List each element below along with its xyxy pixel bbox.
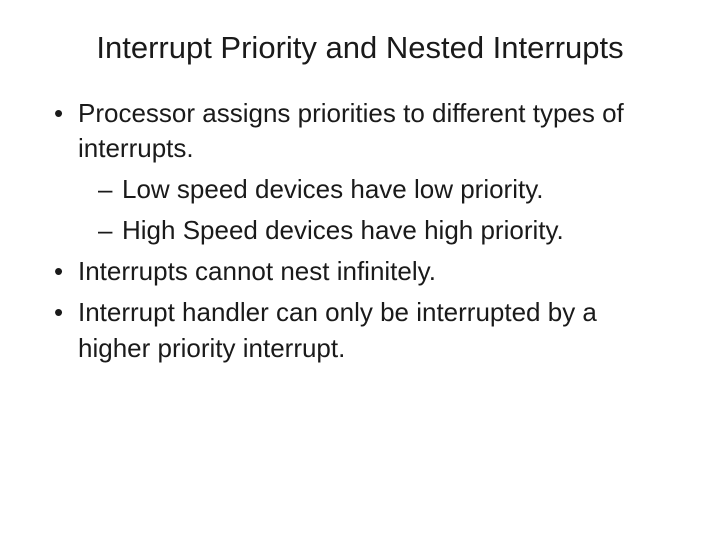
slide-title: Interrupt Priority and Nested Interrupts [50, 30, 670, 66]
bullet-text: Processor assigns priorities to differen… [78, 98, 624, 163]
bullet-text: Interrupt handler can only be interrupte… [78, 297, 597, 362]
bullet-text: High Speed devices have high priority. [122, 215, 564, 245]
sub-bullet-list: Low speed devices have low priority. Hig… [78, 172, 670, 248]
list-item: Interrupt handler can only be interrupte… [50, 295, 670, 365]
bullet-text: Low speed devices have low priority. [122, 174, 544, 204]
bullet-list: Processor assigns priorities to differen… [50, 96, 670, 366]
list-item: Interrupts cannot nest infinitely. [50, 254, 670, 289]
list-item: Processor assigns priorities to differen… [50, 96, 670, 248]
bullet-text: Interrupts cannot nest infinitely. [78, 256, 436, 286]
list-item: High Speed devices have high priority. [98, 213, 670, 248]
list-item: Low speed devices have low priority. [98, 172, 670, 207]
slide: Interrupt Priority and Nested Interrupts… [0, 0, 720, 540]
slide-content: Processor assigns priorities to differen… [50, 96, 670, 366]
